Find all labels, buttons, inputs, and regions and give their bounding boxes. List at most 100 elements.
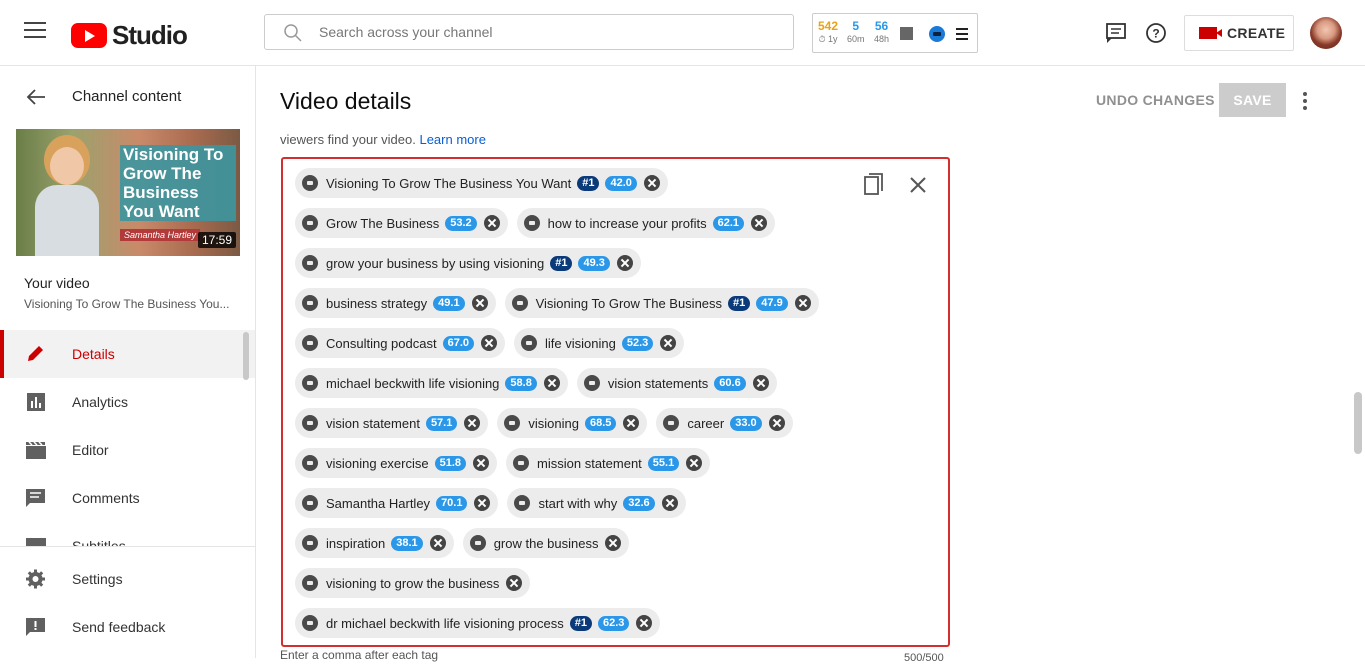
remove-tag-icon[interactable]: [506, 575, 523, 591]
sidebar-scrollbar[interactable]: [243, 332, 249, 380]
sidebar-item-analytics[interactable]: Analytics: [0, 378, 255, 426]
tag-chip[interactable]: Visioning To Grow The Business You Want #…: [295, 168, 668, 198]
page-scrollbar[interactable]: [1354, 392, 1362, 454]
analytics-icon: [27, 393, 45, 411]
search-input[interactable]: [319, 15, 779, 49]
tag-score-badge: 51.8: [434, 455, 467, 471]
vidiq-icon[interactable]: [929, 26, 945, 42]
tag-chip[interactable]: mission statement 55.1: [506, 448, 711, 478]
menu-icon[interactable]: [956, 28, 968, 43]
tag-chip[interactable]: Grow The Business 53.2: [295, 208, 508, 238]
remove-tag-icon[interactable]: [464, 415, 481, 431]
vidiq-tag-icon: [523, 215, 540, 231]
remove-tag-icon[interactable]: [543, 375, 560, 391]
remove-tag-icon[interactable]: [751, 215, 768, 231]
stat-sub: 48h: [874, 34, 890, 44]
create-button[interactable]: CREATE: [1184, 15, 1294, 51]
tags-input-box[interactable]: Visioning To Grow The Business You Want #…: [281, 157, 950, 647]
remove-tag-icon[interactable]: [660, 335, 677, 351]
bar-chart-icon[interactable]: [900, 27, 913, 40]
tag-chip[interactable]: vision statements 60.6: [576, 368, 777, 398]
sidebar-item-editor[interactable]: Editor: [0, 426, 255, 474]
remove-tag-icon[interactable]: [429, 535, 446, 551]
remove-tag-icon[interactable]: [616, 255, 633, 271]
tag-rank-badge: #1: [569, 615, 592, 631]
sidebar-item-details[interactable]: Details: [0, 330, 255, 378]
remove-tag-icon[interactable]: [752, 375, 769, 391]
tag-chip[interactable]: visioning 68.5: [497, 408, 648, 438]
remove-tag-icon[interactable]: [605, 535, 622, 551]
sidebar-item-send-feedback[interactable]: Send feedback: [0, 603, 255, 651]
tag-chip[interactable]: michael beckwith life visioning 58.8: [295, 368, 568, 398]
youtube-studio-logo[interactable]: Studio: [71, 20, 188, 51]
tag-chip[interactable]: visioning to grow the business: [295, 568, 531, 598]
stat-value: 542: [818, 19, 839, 33]
remove-tag-icon[interactable]: [474, 495, 491, 511]
tag-chip[interactable]: life visioning 52.3: [514, 328, 685, 358]
learn-more-link[interactable]: Learn more: [419, 132, 485, 147]
tag-row: grow your business by using visioning #1 4…: [295, 248, 650, 278]
hamburger-menu-icon[interactable]: [24, 22, 46, 40]
remove-tag-icon[interactable]: [661, 495, 678, 511]
sidebar-item-settings[interactable]: Settings: [0, 555, 255, 603]
sidebar-item-comments[interactable]: Comments: [0, 474, 255, 522]
remove-tag-icon[interactable]: [481, 335, 497, 351]
tag-text: visioning exercise: [326, 455, 429, 471]
video-thumbnail[interactable]: Visioning To Grow The Business You Want …: [16, 129, 240, 256]
vidiq-tag-icon: [302, 535, 318, 551]
vidiq-tag-icon: [504, 415, 521, 431]
tag-score-badge: 47.9: [756, 295, 788, 311]
tag-chip[interactable]: dr michael beckwith life visioning proce…: [295, 608, 661, 638]
remove-tag-icon[interactable]: [794, 295, 811, 311]
remove-tag-icon[interactable]: [623, 415, 640, 431]
remove-tag-icon[interactable]: [686, 455, 703, 471]
sidebar: Channel content Visioning To Grow The Bu…: [0, 66, 256, 658]
search-icon: [284, 24, 302, 42]
tag-chip[interactable]: visioning exercise 51.8: [295, 448, 498, 478]
tag-chip[interactable]: how to increase your profits 62.1: [516, 208, 776, 238]
remove-tag-icon[interactable]: [471, 295, 488, 311]
vidiq-stats-widget[interactable]: 542 ⏱ 1y 5 60m 56 48h: [812, 13, 978, 53]
help-icon[interactable]: ?: [1145, 22, 1167, 44]
tag-text: visioning: [528, 415, 579, 431]
stat-60m: 5 60m: [847, 20, 865, 46]
tag-chip[interactable]: career 33.0: [656, 408, 793, 438]
svg-text:?: ?: [1152, 27, 1159, 41]
remove-tag-icon[interactable]: [636, 615, 653, 631]
tag-chip[interactable]: business strategy 49.1: [295, 288, 496, 318]
channel-content-link[interactable]: Channel content: [72, 88, 181, 105]
more-options-icon[interactable]: [1303, 92, 1307, 113]
tag-chip[interactable]: start with why 32.6: [507, 488, 686, 518]
tag-chip[interactable]: Consulting podcast 67.0: [295, 328, 505, 358]
remove-tag-icon[interactable]: [483, 215, 500, 231]
tag-rank-badge: #1: [550, 255, 573, 271]
sidebar-item-subtitles[interactable]: Subtitles: [0, 522, 255, 546]
thumbnail-name: Samantha Hartley: [120, 229, 201, 241]
tags-box-actions: [863, 173, 927, 202]
tag-chip[interactable]: vision statement 57.1: [295, 408, 489, 438]
remove-tag-icon[interactable]: [768, 415, 785, 431]
tag-score-badge: 53.2: [445, 215, 477, 231]
tag-chip[interactable]: inspiration 38.1: [295, 528, 454, 558]
tag-score-badge: 62.3: [597, 615, 630, 631]
avatar[interactable]: [1310, 17, 1342, 49]
remove-tag-icon[interactable]: [643, 175, 660, 191]
video-duration: 17:59: [197, 232, 236, 248]
vidiq-tag-icon: [302, 455, 318, 471]
search-box[interactable]: [264, 14, 794, 50]
copy-icon[interactable]: [863, 173, 885, 197]
undo-changes-button[interactable]: UNDO CHANGES: [1096, 92, 1215, 108]
video-camera-icon: [1199, 27, 1222, 39]
tag-chip[interactable]: Visioning To Grow The Business #1 47.9: [504, 288, 819, 318]
tag-row: Consulting podcast 67.0 life visioning 52.3: [295, 328, 693, 358]
tag-chip[interactable]: grow the business: [462, 528, 630, 558]
feedback-messages-icon[interactable]: [1105, 22, 1127, 44]
remove-tag-icon[interactable]: [473, 455, 490, 471]
sidebar-nav: Details Analytics Editor Comments: [0, 330, 255, 522]
save-button[interactable]: SAVE: [1219, 83, 1286, 117]
tag-row: michael beckwith life visioning 58.8 visio…: [295, 368, 786, 398]
tag-chip[interactable]: Samantha Hartley 70.1: [295, 488, 499, 518]
clear-all-icon[interactable]: [909, 176, 927, 194]
back-arrow-icon[interactable]: [26, 88, 46, 106]
tag-chip[interactable]: grow your business by using visioning #1 4…: [295, 248, 641, 278]
